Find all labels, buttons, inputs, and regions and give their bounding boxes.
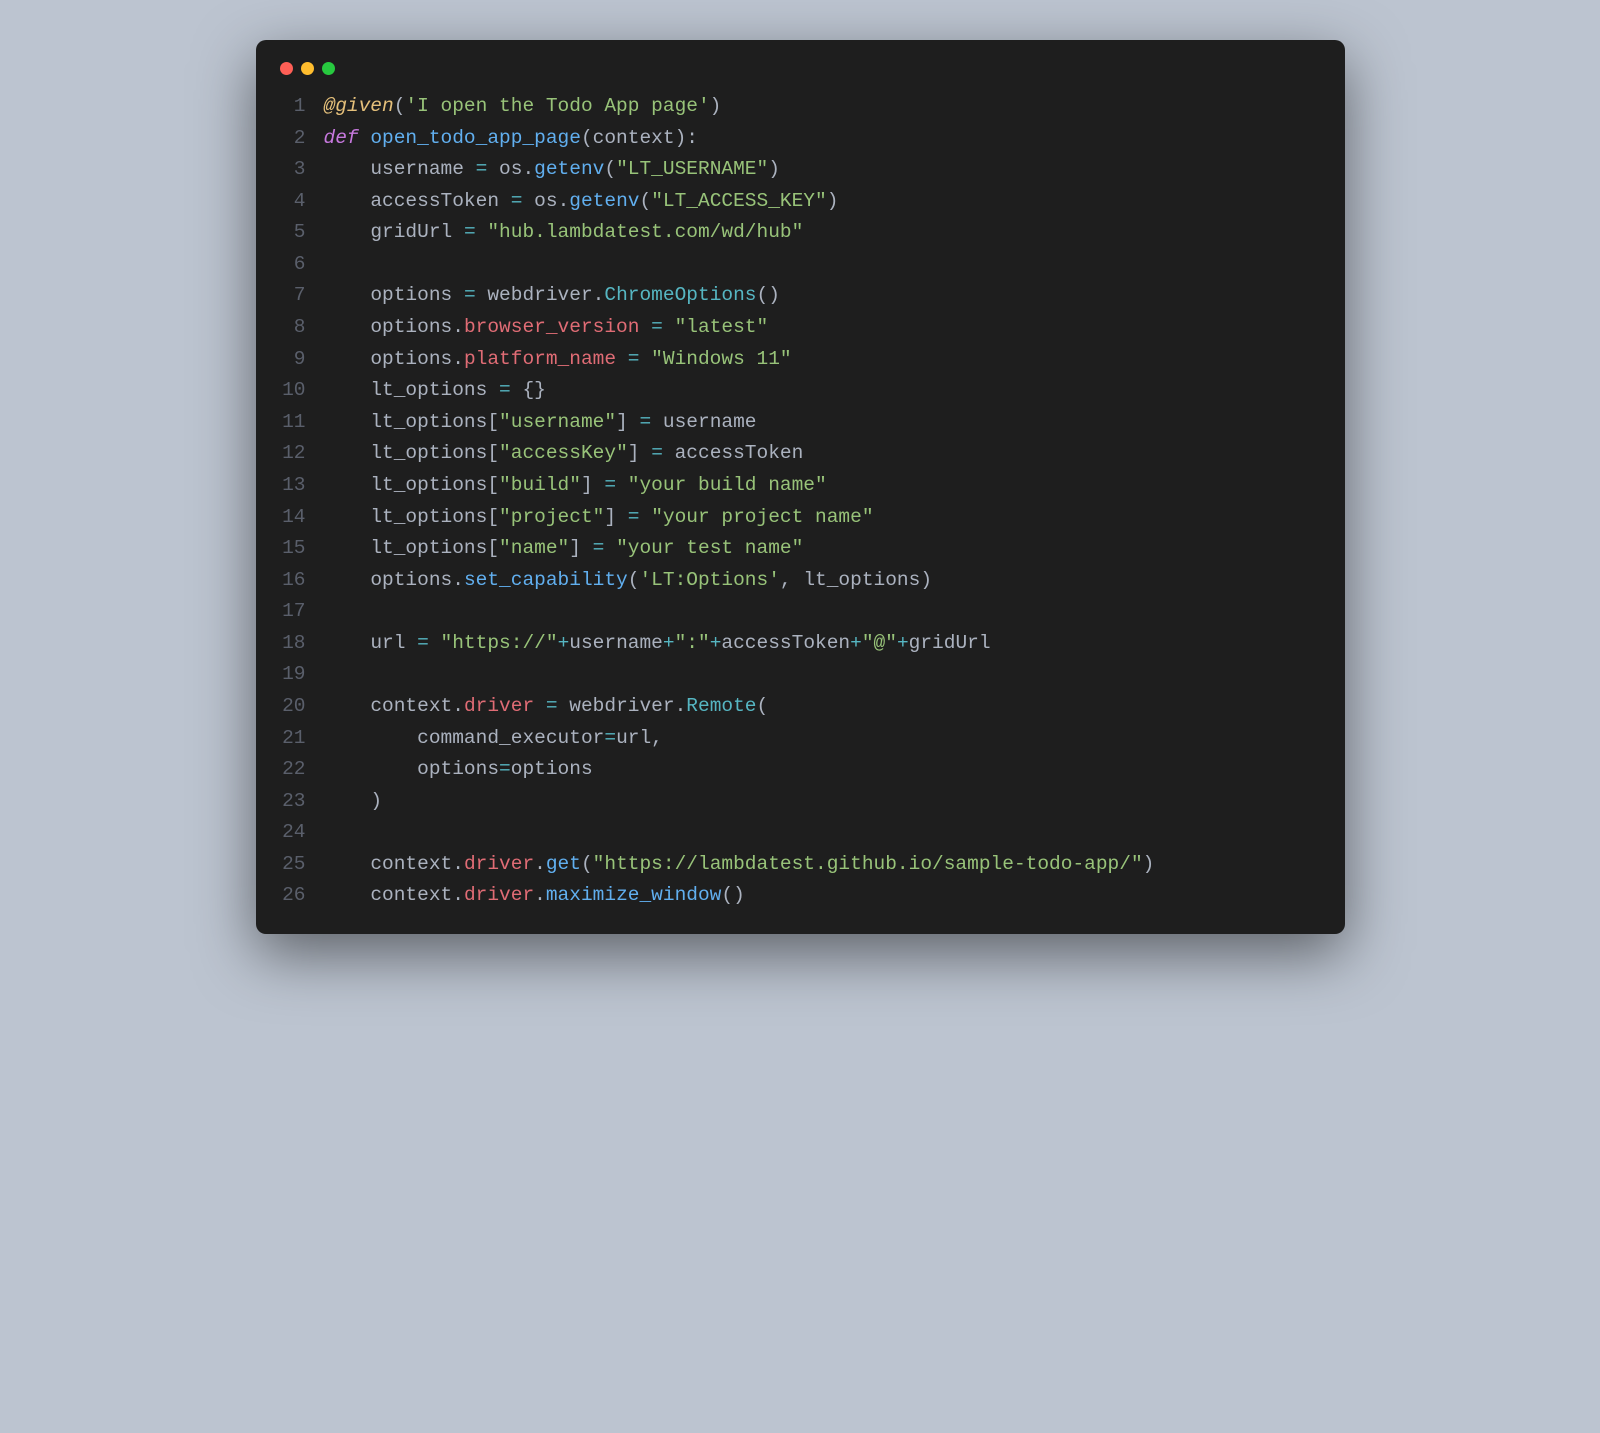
code-line: options.set_capability('LT:Options', lt_… <box>324 565 1155 597</box>
line-number: 7 <box>278 280 306 312</box>
code-line <box>324 596 1155 628</box>
line-number: 5 <box>278 217 306 249</box>
code-window: 1234567891011121314151617181920212223242… <box>256 40 1345 934</box>
code-line <box>324 817 1155 849</box>
code-line: lt_options["build"] = "your build name" <box>324 470 1155 502</box>
code-line: options=options <box>324 754 1155 786</box>
code-editor: 1234567891011121314151617181920212223242… <box>278 91 1323 912</box>
code-line <box>324 249 1155 281</box>
zoom-icon[interactable] <box>322 62 335 75</box>
code-line: lt_options["project"] = "your project na… <box>324 502 1155 534</box>
line-number: 11 <box>278 407 306 439</box>
code-line: lt_options = {} <box>324 375 1155 407</box>
line-number: 20 <box>278 691 306 723</box>
code-line: gridUrl = "hub.lambdatest.com/wd/hub" <box>324 217 1155 249</box>
line-number: 1 <box>278 91 306 123</box>
line-number: 9 <box>278 344 306 376</box>
code-line: command_executor=url, <box>324 723 1155 755</box>
line-number: 18 <box>278 628 306 660</box>
line-number: 15 <box>278 533 306 565</box>
code-line: url = "https://"+username+":"+accessToke… <box>324 628 1155 660</box>
code-line: options.platform_name = "Windows 11" <box>324 344 1155 376</box>
window-traffic-lights <box>278 58 1323 91</box>
line-number: 17 <box>278 596 306 628</box>
line-number: 8 <box>278 312 306 344</box>
code-line: context.driver = webdriver.Remote( <box>324 691 1155 723</box>
code-line: context.driver.get("https://lambdatest.g… <box>324 849 1155 881</box>
line-number: 10 <box>278 375 306 407</box>
code-line <box>324 659 1155 691</box>
line-number: 16 <box>278 565 306 597</box>
code-line: options = webdriver.ChromeOptions() <box>324 280 1155 312</box>
line-number: 13 <box>278 470 306 502</box>
code-line: ) <box>324 786 1155 818</box>
close-icon[interactable] <box>280 62 293 75</box>
code-content: @given('I open the Todo App page')def op… <box>324 91 1155 912</box>
line-number: 23 <box>278 786 306 818</box>
line-number: 24 <box>278 817 306 849</box>
code-line: def open_todo_app_page(context): <box>324 123 1155 155</box>
code-line: accessToken = os.getenv("LT_ACCESS_KEY") <box>324 186 1155 218</box>
code-line: lt_options["name"] = "your test name" <box>324 533 1155 565</box>
line-number: 14 <box>278 502 306 534</box>
line-number: 21 <box>278 723 306 755</box>
code-line: @given('I open the Todo App page') <box>324 91 1155 123</box>
code-line: username = os.getenv("LT_USERNAME") <box>324 154 1155 186</box>
line-number: 26 <box>278 880 306 912</box>
line-number: 6 <box>278 249 306 281</box>
line-number: 2 <box>278 123 306 155</box>
line-number: 22 <box>278 754 306 786</box>
line-number: 12 <box>278 438 306 470</box>
line-number-gutter: 1234567891011121314151617181920212223242… <box>278 91 324 912</box>
code-line: lt_options["accessKey"] = accessToken <box>324 438 1155 470</box>
code-line: options.browser_version = "latest" <box>324 312 1155 344</box>
code-line: lt_options["username"] = username <box>324 407 1155 439</box>
code-line: context.driver.maximize_window() <box>324 880 1155 912</box>
line-number: 4 <box>278 186 306 218</box>
line-number: 19 <box>278 659 306 691</box>
minimize-icon[interactable] <box>301 62 314 75</box>
line-number: 3 <box>278 154 306 186</box>
line-number: 25 <box>278 849 306 881</box>
